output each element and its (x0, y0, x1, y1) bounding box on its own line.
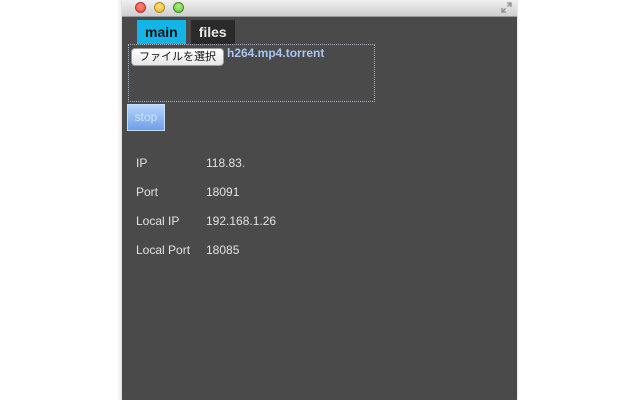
port-value: 18091 (206, 185, 240, 199)
connection-info: IP 118.83. Port 18091 Local IP 192.168.1… (136, 156, 276, 272)
info-row-local-port: Local Port 18085 (136, 243, 276, 272)
local-ip-value: 192.168.1.26 (206, 214, 277, 228)
info-row-port: Port 18091 (136, 185, 276, 214)
local-port-value: 18085 (206, 243, 240, 257)
local-port-label: Local Port (136, 243, 191, 257)
close-window-icon[interactable] (135, 2, 146, 13)
selected-file-name: h264.mp4.torrent (227, 46, 325, 60)
tab-bar: main files (137, 20, 235, 44)
ip-value: 118.83. (206, 156, 246, 170)
minimize-window-icon[interactable] (154, 2, 165, 13)
torrent-drop-zone[interactable]: ファイルを選択 h264.mp4.torrent (128, 44, 375, 102)
info-row-local-ip: Local IP 192.168.1.26 (136, 214, 276, 243)
tab-files[interactable]: files (190, 20, 235, 44)
title-bar[interactable] (122, 0, 517, 17)
fullscreen-resize-icon[interactable] (500, 1, 513, 14)
choose-file-button[interactable]: ファイルを選択 (131, 48, 224, 66)
info-row-ip: IP 118.83. (136, 156, 276, 185)
port-label: Port (136, 185, 159, 199)
stop-button[interactable]: stop (127, 104, 165, 131)
ip-label: IP (136, 156, 148, 170)
zoom-window-icon[interactable] (173, 2, 184, 13)
local-ip-label: Local IP (136, 214, 180, 228)
tab-main[interactable]: main (137, 20, 186, 44)
app-window: main files ファイルを選択 h264.mp4.torrent stop… (122, 0, 517, 400)
